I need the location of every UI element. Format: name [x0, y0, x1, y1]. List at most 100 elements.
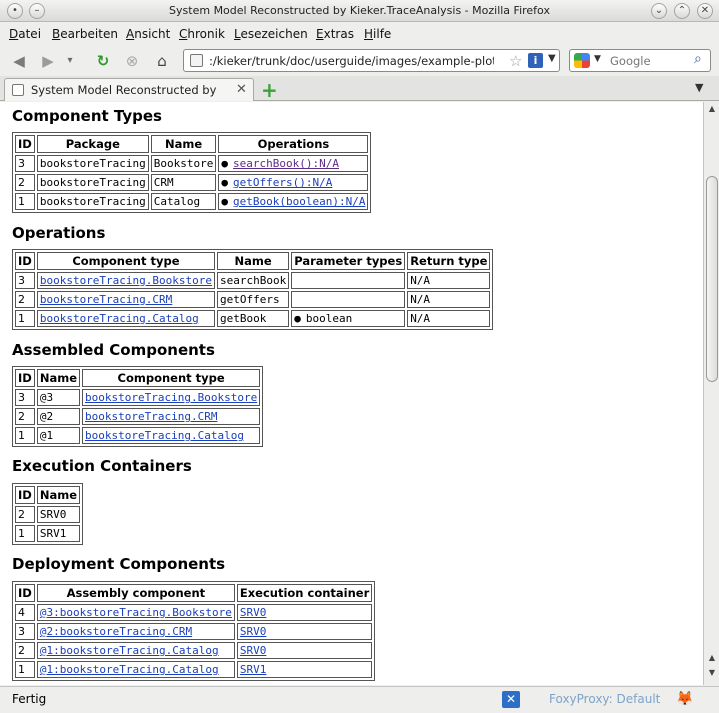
cell-name: Bookstore: [150, 155, 217, 172]
tab-system-model[interactable]: System Model Reconstructed by Kie... ✕: [4, 78, 254, 101]
close-window-button[interactable]: ✕: [697, 3, 713, 19]
table-row: 1 @1 bookstoreTracing.Catalog: [15, 427, 261, 444]
new-tab-plus-icon[interactable]: +: [261, 78, 278, 102]
site-identity-icon[interactable]: i: [528, 53, 543, 68]
heading-component-types: Component Types: [12, 107, 162, 125]
table-row: 2 SRV0: [15, 506, 80, 523]
assembly-link[interactable]: @1:bookstoreTracing.Catalog: [40, 644, 219, 657]
table-execution-containers: ID Name 2 SRV0 1 SRV1: [12, 483, 83, 545]
cell-assembly: @1:bookstoreTracing.Catalog: [36, 642, 235, 659]
history-dropdown-icon[interactable]: ▾: [59, 50, 81, 72]
page-content: Component Types ID Package Name Operatio…: [0, 102, 703, 685]
minimize-button[interactable]: ⌄: [651, 3, 667, 19]
cell-component-type: bookstoreTracing.Catalog: [36, 310, 216, 327]
foxyproxy-status[interactable]: FoxyProxy: Default: [549, 692, 660, 706]
assembly-link[interactable]: @2:bookstoreTracing.CRM: [40, 625, 192, 638]
component-type-link[interactable]: bookstoreTracing.CRM: [85, 410, 217, 423]
url-text[interactable]: :/kieker/trunk/doc/userguide/images/exam…: [209, 54, 494, 68]
browser-window: • – System Model Reconstructed by Kieker…: [0, 0, 719, 713]
table-row: 1 SRV1: [15, 525, 80, 542]
operation-link[interactable]: getBook(boolean):N/A: [233, 195, 365, 208]
cell-name: Catalog: [150, 193, 217, 210]
cell-name: getOffers: [217, 291, 290, 308]
vertical-scrollbar[interactable]: ▲ ▲ ▼: [703, 102, 719, 685]
table-row: 2 bookstoreTracing CRM ● getOffers():N/A: [15, 174, 369, 191]
back-arrow-icon[interactable]: ◀: [8, 50, 30, 72]
cell-assembly: @3:bookstoreTracing.Bookstore: [36, 604, 235, 621]
cell-id: 1: [15, 525, 35, 542]
cell-name: CRM: [150, 174, 217, 191]
url-bar[interactable]: :/kieker/trunk/doc/userguide/images/exam…: [183, 49, 560, 72]
column-header: Name: [217, 252, 290, 270]
column-header: Component type: [82, 369, 261, 387]
tab-list-chevron-icon[interactable]: ▼: [695, 81, 703, 94]
heading-assembled-components: Assembled Components: [12, 341, 215, 359]
table-assembled-components: ID Name Component type 3 @3 bookstoreTra…: [12, 366, 264, 447]
forward-arrow-icon[interactable]: ▶: [37, 50, 59, 72]
cell-id: 3: [15, 389, 35, 406]
search-input[interactable]: [608, 52, 688, 69]
table-row: 2 @2 bookstoreTracing.CRM: [15, 408, 261, 425]
assembly-link[interactable]: @3:bookstoreTracing.Bookstore: [40, 606, 232, 619]
cell-assembly: @1:bookstoreTracing.Catalog: [36, 661, 235, 678]
operation-link[interactable]: getOffers():N/A: [233, 176, 332, 189]
menu-hilfe[interactable]: Hilfe: [364, 27, 391, 41]
menu-ansicht[interactable]: Ansicht: [126, 27, 170, 41]
home-icon[interactable]: ⌂: [151, 50, 173, 72]
menu-lesezeichen[interactable]: Lesezeichen: [234, 27, 308, 41]
cell-parameter-types: [291, 272, 406, 289]
column-header: ID: [15, 486, 35, 504]
scroll-up-icon[interactable]: ▲: [704, 653, 719, 667]
fox-icon[interactable]: 🦊: [676, 691, 693, 707]
container-link[interactable]: SRV0: [240, 625, 267, 638]
cell-name: @1: [36, 427, 80, 444]
container-link[interactable]: SRV0: [240, 644, 267, 657]
container-link[interactable]: SRV1: [240, 663, 267, 676]
bullet-icon: ●: [294, 312, 301, 325]
cell-id: 2: [15, 408, 35, 425]
search-engine-dropdown-icon[interactable]: ▼: [594, 54, 601, 64]
component-type-link[interactable]: bookstoreTracing.Bookstore: [85, 391, 257, 404]
bookmark-star-icon[interactable]: ☆: [509, 52, 522, 70]
cell-assembly: @2:bookstoreTracing.CRM: [36, 623, 235, 640]
reload-icon[interactable]: ↻: [92, 50, 114, 72]
table-deployment-components: ID Assembly component Execution containe…: [12, 581, 376, 681]
cell-id: 4: [15, 604, 35, 621]
url-dropdown-icon[interactable]: ▼: [548, 53, 556, 64]
page-favicon-icon: [190, 54, 203, 67]
table-row: 3 @3 bookstoreTracing.Bookstore: [15, 389, 261, 406]
stop-icon[interactable]: ⊗: [121, 50, 143, 72]
container-link[interactable]: SRV0: [240, 606, 267, 619]
column-header: Package: [36, 135, 149, 153]
maximize-button[interactable]: ⌃: [674, 3, 690, 19]
google-engine-icon[interactable]: [574, 53, 590, 68]
scroll-up-icon[interactable]: ▲: [704, 104, 719, 118]
table-row: 2 bookstoreTracing.CRM getOffers N/A: [15, 291, 491, 308]
cell-container: SRV0: [236, 623, 373, 640]
foxyproxy-icon[interactable]: ✕: [502, 691, 520, 708]
scrollbar-thumb[interactable]: [706, 176, 718, 382]
scroll-down-icon[interactable]: ▼: [704, 668, 719, 682]
menu-extras[interactable]: Extras: [316, 27, 354, 41]
menu-bearbeiten[interactable]: Bearbeiten: [52, 27, 118, 41]
menu-datei[interactable]: Datei: [9, 27, 41, 41]
cell-parameter-types: ● boolean: [291, 310, 406, 327]
bullet-icon: ●: [221, 195, 229, 208]
search-bar[interactable]: ▼ ⌕: [569, 49, 711, 72]
assembly-link[interactable]: @1:bookstoreTracing.Catalog: [40, 663, 219, 676]
column-header: Component type: [36, 252, 216, 270]
component-type-link[interactable]: bookstoreTracing.CRM: [40, 293, 172, 306]
menu-chronik[interactable]: Chronik: [179, 27, 225, 41]
component-type-link[interactable]: bookstoreTracing.Bookstore: [40, 274, 212, 287]
table-operations: ID Component type Name Parameter types R…: [12, 249, 494, 330]
column-header: ID: [15, 252, 35, 270]
component-type-link[interactable]: bookstoreTracing.Catalog: [85, 429, 244, 442]
tab-close-icon[interactable]: ✕: [236, 82, 247, 97]
cell-container: SRV1: [236, 661, 373, 678]
table-row: 3 bookstoreTracing Bookstore ● searchBook…: [15, 155, 369, 172]
cell-id: 1: [15, 427, 35, 444]
operation-link[interactable]: searchBook():N/A: [233, 157, 339, 170]
component-type-link[interactable]: bookstoreTracing.Catalog: [40, 312, 199, 325]
search-magnifier-icon[interactable]: ⌕: [694, 51, 702, 67]
heading-deployment-components: Deployment Components: [12, 555, 226, 573]
